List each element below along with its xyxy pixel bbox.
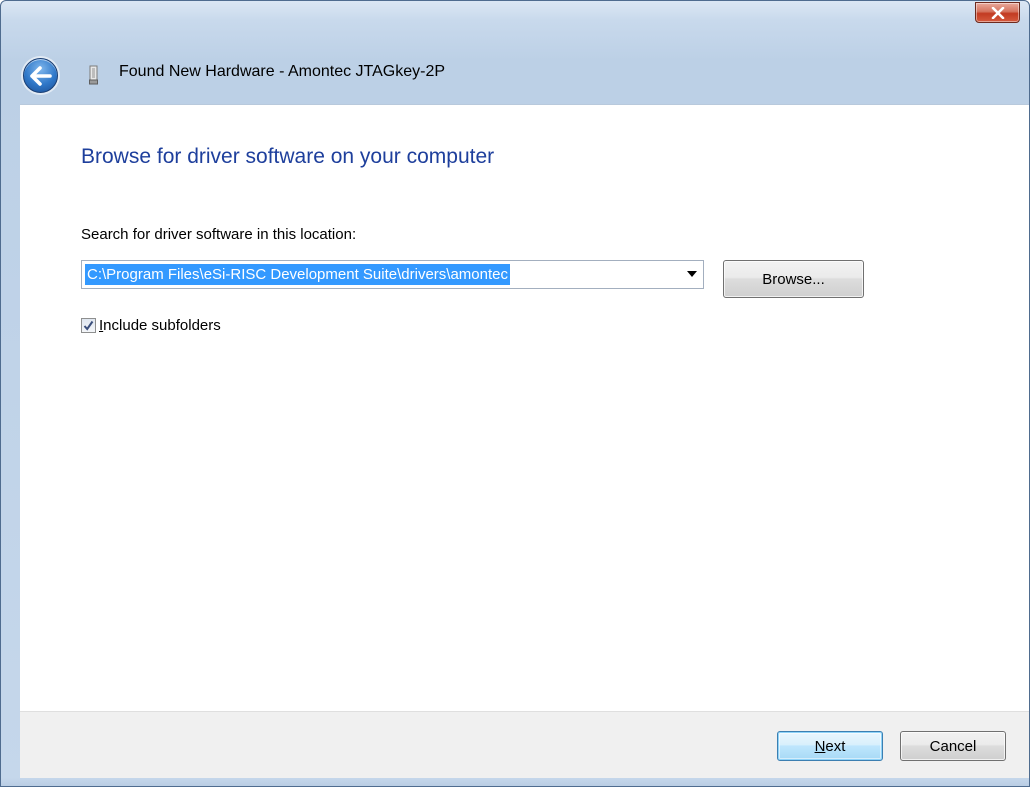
back-button[interactable] [23, 58, 58, 93]
back-arrow-icon [29, 65, 52, 86]
browse-button[interactable]: Browse... [723, 260, 864, 298]
chevron-down-icon[interactable] [687, 271, 697, 277]
include-subfolders-checkbox[interactable] [81, 318, 96, 333]
window-title: Found New Hardware - Amontec JTAGkey-2P [119, 63, 446, 80]
next-button[interactable]: Next [777, 731, 883, 761]
include-subfolders-label[interactable]: Include subfolders [99, 317, 221, 334]
wizard-window: Found New Hardware - Amontec JTAGkey-2P … [0, 0, 1030, 787]
next-button-label: Next [814, 737, 846, 755]
close-icon [991, 6, 1004, 19]
wizard-footer: Next Cancel [20, 711, 1029, 778]
window-bottom-frame [1, 778, 1029, 786]
checkmark-icon [83, 320, 94, 331]
page-heading: Browse for driver software on your compu… [81, 145, 495, 168]
close-button[interactable] [975, 2, 1020, 23]
location-combobox[interactable]: C:\Program Files\eSi-RISC Development Su… [81, 260, 704, 289]
hardware-device-icon [89, 65, 98, 85]
cancel-button[interactable]: Cancel [900, 731, 1006, 761]
wizard-content: Browse for driver software on your compu… [20, 104, 1029, 711]
search-location-label: Search for driver software in this locat… [81, 226, 357, 243]
include-subfolders-option[interactable]: Include subfolders [81, 317, 221, 334]
location-input-value[interactable]: C:\Program Files\eSi-RISC Development Su… [85, 264, 510, 285]
